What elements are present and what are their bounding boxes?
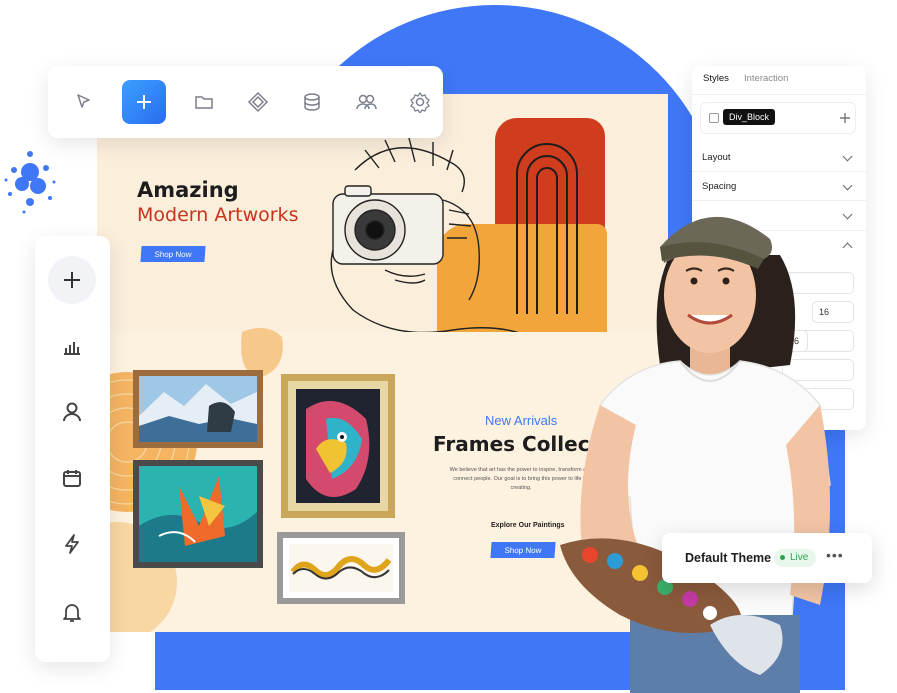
photographer-illustration [330, 137, 524, 334]
selector-row: Div_Block [700, 102, 856, 134]
live-dot-icon [780, 555, 785, 560]
selector-checkbox[interactable] [709, 113, 719, 123]
folder-icon[interactable] [188, 86, 220, 118]
chevron-down-icon[interactable] [842, 180, 853, 191]
panel-divider [692, 171, 866, 172]
more-options-icon[interactable]: ••• [826, 547, 844, 563]
add-icon[interactable] [48, 256, 96, 304]
component-icon[interactable] [242, 86, 274, 118]
tab-styles[interactable]: Styles [703, 73, 729, 84]
lightning-icon[interactable] [48, 520, 96, 568]
plus-icon [137, 95, 151, 109]
artist-photo [560, 216, 831, 693]
plus-icon[interactable] [839, 112, 851, 124]
tab-interaction[interactable]: Interaction [744, 73, 788, 84]
section-spacing[interactable]: Spacing [702, 181, 736, 192]
theme-name: Default Theme [685, 551, 772, 565]
painting-frame-portrait [281, 374, 395, 518]
section-eyebrow: New Arrivals [485, 413, 558, 428]
painting-frame-mountains [133, 370, 263, 448]
left-sidebar [35, 236, 110, 662]
painting-frame-wave [277, 532, 405, 604]
arrivals-shop-now-button[interactable]: Shop Now [490, 542, 556, 558]
section-layout[interactable]: Layout [702, 152, 731, 163]
theme-card[interactable]: Default Theme Live ••• [662, 533, 872, 583]
database-icon[interactable] [296, 86, 328, 118]
chart-icon[interactable] [48, 322, 96, 370]
settings-icon[interactable] [404, 86, 436, 118]
users-icon[interactable] [350, 86, 382, 118]
cursor-icon[interactable] [68, 86, 100, 118]
calendar-icon[interactable] [48, 454, 96, 502]
explore-paintings-link[interactable]: Explore Our Paintings [491, 522, 565, 529]
selector-chip[interactable]: Div_Block [723, 109, 776, 125]
status-label: Live [790, 552, 809, 563]
hero-title: Amazing [137, 178, 239, 202]
hero-subtitle: Modern Artworks [137, 204, 299, 226]
panel-divider [692, 94, 866, 95]
painting-frame-abstract [133, 460, 263, 568]
add-element-button[interactable] [122, 80, 166, 124]
hero-shop-now-button[interactable]: Shop Now [140, 246, 206, 262]
status-badge: Live [774, 549, 817, 567]
top-toolbar [48, 66, 443, 138]
user-icon[interactable] [48, 388, 96, 436]
bell-icon[interactable] [48, 588, 96, 636]
sparkle-decoration [4, 151, 56, 214]
chevron-down-icon[interactable] [842, 151, 853, 162]
